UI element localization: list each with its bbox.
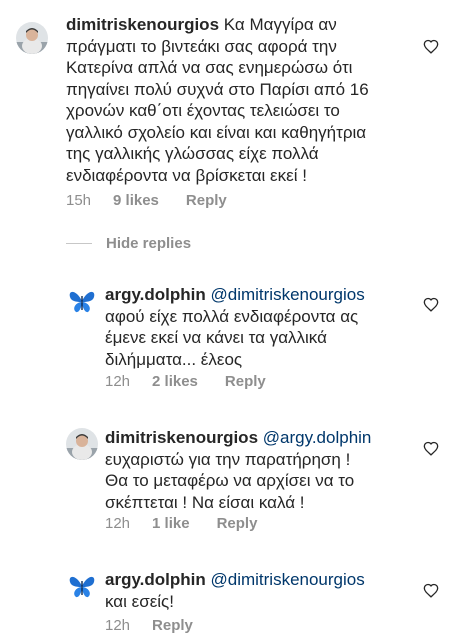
timestamp: 12h	[105, 515, 131, 532]
comment-body: Κα Μαγγίρα αν πράγματι το βιντεάκι σας α…	[66, 15, 369, 185]
timestamp: 15h	[66, 192, 92, 209]
comment-username[interactable]: argy.dolphin	[105, 570, 206, 589]
comment-body: αφού είχε πολλά ενδιαφέροντα ας έμενε εκ…	[105, 306, 359, 369]
timestamp: 12h	[105, 373, 131, 390]
comment-body: ευχαριστώ για την παρατήρηση ! Θα το μετ…	[105, 449, 355, 512]
comment-text: dimitriskenourgios Κα Μαγγίρα αν πράγματ…	[66, 14, 426, 186]
comment-username[interactable]: argy.dolphin	[105, 285, 206, 304]
blue-butterfly-icon	[69, 291, 95, 313]
comment-meta: 12h Reply	[105, 617, 193, 634]
comment-meta: 12h 2 likes Reply	[105, 373, 266, 390]
profile-photo-man-icon	[16, 22, 48, 54]
likes-count[interactable]: 2 likes	[152, 373, 198, 390]
reply-button[interactable]: Reply	[186, 192, 227, 209]
avatar[interactable]	[16, 22, 48, 54]
heart-outline-icon[interactable]	[423, 39, 439, 54]
heart-outline-icon[interactable]	[423, 583, 439, 598]
comment-meta: 12h 1 like Reply	[105, 515, 257, 532]
avatar[interactable]	[66, 428, 98, 460]
reply-button[interactable]: Reply	[152, 617, 193, 634]
comment-text: argy.dolphin @dimitriskenourgios και εσε…	[105, 569, 425, 612]
heart-outline-icon[interactable]	[423, 441, 439, 456]
avatar[interactable]	[66, 285, 98, 317]
reply-button[interactable]: Reply	[225, 373, 266, 390]
likes-count[interactable]: 1 like	[152, 515, 190, 532]
comment-body: και εσείς!	[105, 591, 174, 611]
comment-text: dimitriskenourgios @argy.dolphin ευχαρισ…	[105, 427, 425, 513]
profile-photo-man-icon	[66, 428, 98, 460]
comment-meta: 15h 9 likes Reply	[66, 192, 227, 209]
likes-count[interactable]: 9 likes	[113, 192, 159, 209]
mention-link[interactable]: @argy.dolphin	[263, 428, 372, 447]
mention-link[interactable]: @dimitriskenourgios	[210, 570, 364, 589]
blue-butterfly-icon	[69, 576, 95, 598]
reply-button[interactable]: Reply	[217, 515, 258, 532]
comment-username[interactable]: dimitriskenourgios	[105, 428, 258, 447]
mention-link[interactable]: @dimitriskenourgios	[210, 285, 364, 304]
timestamp: 12h	[105, 617, 131, 634]
comment-username[interactable]: dimitriskenourgios	[66, 15, 219, 34]
hide-replies-button[interactable]: Hide replies	[66, 235, 191, 252]
hide-replies-label: Hide replies	[106, 235, 192, 252]
heart-outline-icon[interactable]	[423, 297, 439, 312]
comment-text: argy.dolphin @dimitriskenourgios αφού εί…	[105, 284, 425, 370]
avatar[interactable]	[66, 570, 98, 602]
divider	[66, 243, 92, 244]
